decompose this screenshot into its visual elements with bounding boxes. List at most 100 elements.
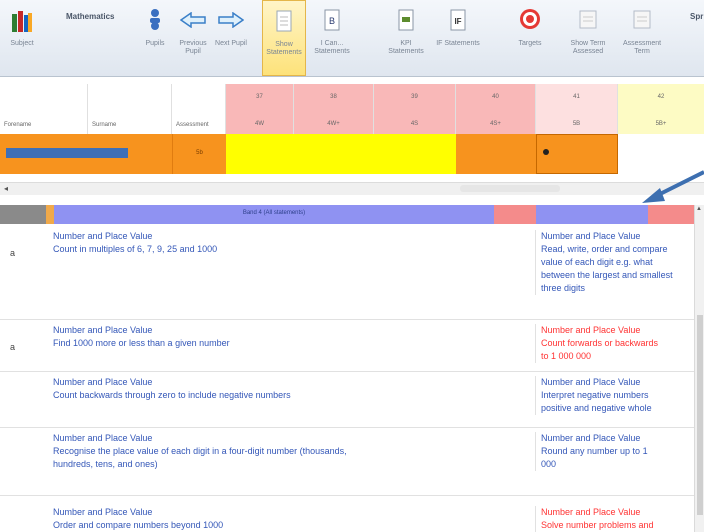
surname-header[interactable]: Surname (88, 84, 172, 134)
level-column-header[interactable]: 42 5B+ (618, 84, 704, 134)
statement-line: Round any number up to 1 (541, 446, 648, 456)
if-icon: IF (450, 9, 466, 31)
statement-category: Number and Place Value (53, 231, 153, 241)
forename-header[interactable]: Forename (0, 84, 88, 134)
level-grade: 5B (572, 121, 581, 127)
next-band-statement: Number and Place Value Read, write, orde… (535, 230, 694, 295)
i-can-statements-label: I Can... Statements (314, 40, 350, 55)
statement-line: Interpret negative numbers (541, 390, 649, 400)
statement-text: Number and Place Value Order and compare… (53, 506, 523, 532)
header-gutter (0, 205, 46, 224)
level-column-header[interactable]: 40 4S+ (456, 84, 536, 134)
level-cell-selected[interactable] (536, 134, 618, 174)
arrow-left-icon (180, 12, 206, 28)
assessment-cell[interactable]: 5b (172, 134, 226, 174)
statement-description: Find 1000 more or less than a given numb… (53, 338, 230, 348)
scroll-left-icon[interactable]: ◂ (4, 184, 8, 193)
statement-row[interactable]: a Number and Place Value Count in multip… (0, 226, 694, 320)
level-column-header[interactable]: 41 5B (536, 84, 618, 134)
scroll-up-icon[interactable]: ▲ (696, 206, 702, 212)
statement-category: Number and Place Value (541, 433, 641, 443)
pupil-row[interactable]: 5b (0, 134, 704, 174)
level-cell-partial[interactable] (456, 134, 536, 174)
show-statements-label: Show Statements (266, 41, 302, 56)
clipboard-icon: B (324, 9, 340, 31)
subject-button[interactable]: Subject (2, 0, 42, 76)
level-column-header[interactable]: 39 4S (374, 84, 456, 134)
svg-text:IF: IF (454, 17, 461, 26)
statement-row[interactable]: Number and Place Value Recognise the pla… (0, 428, 694, 496)
targets-label: Targets (518, 40, 542, 47)
band-group-header-next[interactable] (536, 205, 648, 224)
books-icon (12, 11, 32, 32)
previous-pupil-label: Previous Pupil (179, 40, 207, 55)
subject-title: Mathematics (66, 12, 115, 21)
statement-description: Recognise the place value of each digit … (53, 446, 347, 456)
if-statements-button[interactable]: IF IF Statements (436, 0, 480, 76)
statement-category: Number and Place Value (541, 231, 641, 241)
row-mark: a (10, 342, 16, 352)
i-can-statements-button[interactable]: B I Can... Statements (310, 0, 354, 76)
subject-label: Subject (10, 40, 34, 47)
statement-row[interactable]: Number and Place Value Count backwards t… (0, 372, 694, 428)
kpi-icon (398, 9, 414, 31)
target-icon (520, 9, 540, 29)
calendar-term-icon (633, 10, 651, 29)
level-cell-empty[interactable] (618, 134, 704, 174)
pupils-button[interactable]: Pupils (138, 0, 172, 76)
redacted-name-bar (6, 148, 128, 158)
previous-pupil-button[interactable]: Previous Pupil (175, 0, 211, 76)
header-flag-next (648, 205, 694, 224)
statements-table-header: Band 4 (All statements) (0, 205, 704, 224)
level-column-header[interactable]: 37 4W (226, 84, 294, 134)
level-column-header[interactable]: 38 4W+ (294, 84, 374, 134)
level-number: 42 (657, 94, 665, 100)
show-statements-button[interactable]: Show Statements (262, 0, 306, 76)
statement-row[interactable]: Number and Place Value Order and compare… (0, 496, 694, 532)
ribbon-toolbar: Subject Mathematics Pupils Previous Pupi… (0, 0, 704, 77)
assessment-header-cell[interactable]: Assessment (172, 84, 226, 134)
statement-line: positive and negative whole (541, 403, 652, 413)
surname-caption: Surname (92, 122, 117, 128)
statement-text: Number and Place Value Count in multiple… (53, 230, 523, 256)
level-grade: 4W+ (327, 121, 340, 127)
horizontal-scrollbar[interactable]: ◂ (0, 182, 704, 195)
statement-category: Number and Place Value (53, 507, 153, 517)
targets-button[interactable]: Targets (512, 0, 548, 76)
row-mark: a (10, 248, 16, 258)
statement-text: Number and Place Value Count backwards t… (53, 376, 523, 402)
level-grade: 4S+ (490, 121, 501, 127)
vertical-scrollbar-thumb[interactable] (697, 315, 703, 515)
statement-text: Number and Place Value Find 1000 more or… (53, 324, 523, 350)
header-marker (46, 205, 54, 224)
assessment-term-button[interactable]: Assessment Term (616, 0, 668, 76)
statement-line: value of each digit e.g. what (541, 257, 653, 267)
statement-category: Number and Place Value (541, 507, 641, 517)
ribbon-title-right: Spr (690, 12, 704, 21)
kpi-statements-button[interactable]: KPI Statements (384, 0, 428, 76)
band-group-label: Band 4 (All statements) (242, 210, 306, 216)
statement-line: between the largest and smallest (541, 270, 673, 280)
show-term-assessed-button[interactable]: Show Term Assessed (566, 0, 610, 76)
statement-line: Solve number problems and (541, 520, 654, 530)
level-number: 40 (492, 94, 499, 100)
band-group-header[interactable]: Band 4 (All statements) (54, 205, 494, 224)
forename-caption: Forename (4, 122, 32, 128)
level-number: 38 (330, 94, 337, 100)
statement-line: 000 (541, 459, 557, 469)
statement-description: Count backwards through zero to include … (53, 390, 291, 400)
show-term-assessed-label: Show Term Assessed (570, 40, 606, 55)
pupils-label: Pupils (145, 40, 165, 47)
header-flag (494, 205, 536, 224)
statement-row[interactable]: a Number and Place Value Find 1000 more … (0, 320, 694, 372)
level-cells-achieved[interactable] (226, 134, 456, 174)
assessment-term-label: Assessment Term (622, 40, 662, 55)
statement-line: Count forwards or backwards (541, 338, 659, 348)
level-number: 39 (411, 94, 418, 100)
next-pupil-button[interactable]: Next Pupil (214, 0, 248, 76)
vertical-scrollbar[interactable]: ▲ (694, 205, 704, 532)
level-grade: 5B+ (655, 121, 667, 127)
statement-category: Number and Place Value (53, 377, 153, 387)
scrollbar-thumb[interactable] (460, 185, 560, 192)
statement-category: Number and Place Value (541, 377, 641, 387)
